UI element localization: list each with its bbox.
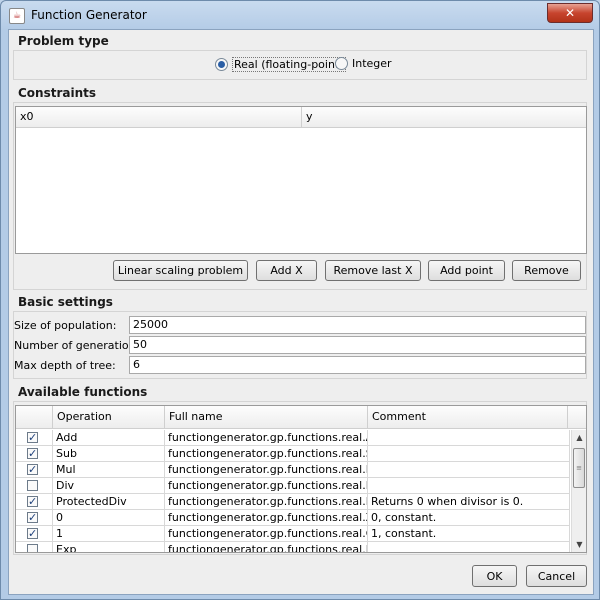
radio-real-button[interactable]: [215, 58, 228, 71]
full-name-cell: functiongenerator.gp.functions.real.Mul: [165, 462, 368, 478]
enabled-checkbox[interactable]: [27, 510, 38, 525]
enabled-cell: [16, 462, 53, 478]
enabled-checkbox[interactable]: [27, 526, 38, 541]
full-name-cell: functiongenerator.gp.functions.real.Sub: [165, 446, 368, 462]
constraints-table[interactable]: x0 y: [15, 106, 587, 254]
table-row[interactable]: ProtectedDivfunctiongenerator.gp.functio…: [16, 494, 570, 510]
max-depth-label: Max depth of tree:: [14, 359, 116, 372]
radio-integer[interactable]: Integer: [335, 57, 392, 70]
column-enabled[interactable]: [16, 406, 53, 428]
population-size-label: Size of population:: [14, 319, 117, 332]
radio-integer-button[interactable]: [335, 57, 348, 70]
table-row[interactable]: 0functiongenerator.gp.functions.real.Zer…: [16, 510, 570, 526]
population-size-field[interactable]: 25000: [129, 316, 586, 334]
table-row[interactable]: Mulfunctiongenerator.gp.functions.real.M…: [16, 462, 570, 478]
comment-cell: [368, 446, 570, 462]
operation-cell: Exp: [53, 542, 165, 552]
functions-table-header: Operation Full name Comment: [16, 406, 586, 429]
enabled-checkbox[interactable]: [27, 462, 38, 477]
column-operation[interactable]: Operation: [53, 406, 165, 428]
radio-integer-label: Integer: [352, 57, 392, 70]
add-x-button[interactable]: Add X: [256, 260, 317, 281]
column-y[interactable]: y: [302, 107, 586, 127]
full-name-cell: functiongenerator.gp.functions.real.Zero: [165, 510, 368, 526]
column-x0[interactable]: x0: [16, 107, 302, 127]
max-depth-field[interactable]: 6: [129, 356, 586, 374]
comment-cell: [368, 542, 570, 552]
comment-cell: [368, 430, 570, 446]
enabled-cell: [16, 430, 53, 446]
dialog-content: Problem type Real (floating-point) Integ…: [8, 29, 594, 595]
window-title: Function Generator: [31, 8, 147, 22]
constraints-table-header: x0 y: [16, 107, 586, 128]
enabled-cell: [16, 494, 53, 510]
add-point-button[interactable]: Add point: [428, 260, 505, 281]
full-name-cell: functiongenerator.gp.functions.real.Add: [165, 430, 368, 446]
full-name-cell: functiongenerator.gp.functions.real.Exp: [165, 542, 368, 552]
enabled-checkbox[interactable]: [27, 544, 38, 552]
functions-scrollbar[interactable]: ▲ ≡ ▼: [571, 430, 586, 552]
enabled-cell: [16, 510, 53, 526]
cancel-button[interactable]: Cancel: [526, 565, 587, 587]
table-row[interactable]: Exp functiongenerator.gp.functions.real.E…: [16, 542, 570, 552]
enabled-cell: [16, 542, 53, 552]
functions-table[interactable]: Operation Full name Comment Addfunctiong…: [15, 405, 587, 553]
operation-cell: Mul: [53, 462, 165, 478]
full-name-cell: functiongenerator.gp.functions.real.One: [165, 526, 368, 542]
radio-real-label: Real (floating-point): [232, 57, 346, 72]
dialog-window: ☕ Function Generator ✕ Problem type Real…: [0, 0, 600, 600]
operation-cell: Sub: [53, 446, 165, 462]
operation-cell: Add: [53, 430, 165, 446]
enabled-checkbox[interactable]: [27, 494, 38, 509]
problem-type-title: Problem type: [18, 34, 109, 48]
scroll-up-arrow-icon[interactable]: ▲: [572, 430, 586, 445]
title-bar[interactable]: ☕ Function Generator ✕: [1, 1, 599, 29]
enabled-cell: [16, 446, 53, 462]
comment-cell: [368, 462, 570, 478]
comment-cell: Returns 0 when divisor is 0.: [368, 494, 570, 510]
close-button[interactable]: ✕: [547, 3, 593, 23]
radio-real[interactable]: Real (floating-point): [215, 57, 346, 72]
remove-last-x-button[interactable]: Remove last X: [325, 260, 421, 281]
operation-cell: ProtectedDiv: [53, 494, 165, 510]
available-functions-title: Available functions: [18, 385, 148, 399]
constraints-title: Constraints: [18, 86, 97, 100]
generations-field[interactable]: 50: [129, 336, 586, 354]
table-row[interactable]: Subfunctiongenerator.gp.functions.real.S…: [16, 446, 570, 462]
enabled-checkbox[interactable]: [27, 430, 38, 445]
full-name-cell: functiongenerator.gp.functions.real.Div: [165, 478, 368, 494]
linear-scaling-button[interactable]: Linear scaling problem: [113, 260, 248, 281]
functions-table-body: Addfunctiongenerator.gp.functions.real.A…: [16, 430, 570, 552]
java-app-icon: ☕: [9, 8, 25, 24]
ok-button[interactable]: OK: [472, 565, 517, 587]
column-comment[interactable]: Comment: [368, 406, 568, 428]
table-row[interactable]: Addfunctiongenerator.gp.functions.real.A…: [16, 430, 570, 446]
table-row[interactable]: 1functiongenerator.gp.functions.real.One…: [16, 526, 570, 542]
full-name-cell: functiongenerator.gp.functions.real.Pr..…: [165, 494, 368, 510]
column-full-name[interactable]: Full name: [165, 406, 368, 428]
operation-cell: 1: [53, 526, 165, 542]
operation-cell: Div: [53, 478, 165, 494]
operation-cell: 0: [53, 510, 165, 526]
enabled-checkbox[interactable]: [27, 480, 38, 491]
generations-label: Number of generations:: [14, 339, 146, 352]
enabled-cell: [16, 478, 53, 494]
scroll-down-arrow-icon[interactable]: ▼: [572, 537, 586, 552]
scroll-thumb[interactable]: ≡: [573, 448, 585, 488]
table-row[interactable]: Div functiongenerator.gp.functions.real.D…: [16, 478, 570, 494]
basic-settings-title: Basic settings: [18, 295, 113, 309]
enabled-cell: [16, 526, 53, 542]
comment-cell: [368, 478, 570, 494]
enabled-checkbox[interactable]: [27, 446, 38, 461]
comment-cell: 1, constant.: [368, 526, 570, 542]
remove-button[interactable]: Remove: [512, 260, 581, 281]
comment-cell: 0, constant.: [368, 510, 570, 526]
